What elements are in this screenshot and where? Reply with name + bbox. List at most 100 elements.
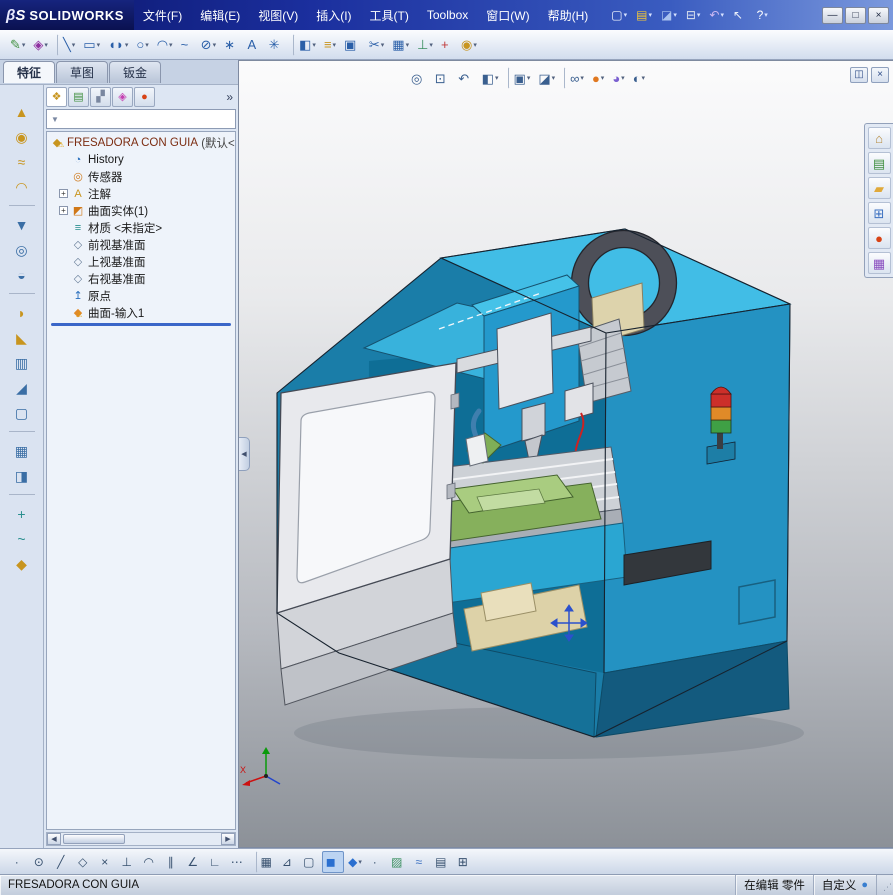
point-style-icon[interactable]: ·▾ xyxy=(366,851,388,873)
apply-scene-icon[interactable]: ◕ ▾ xyxy=(608,67,628,89)
reference-geometry-icon[interactable]: + xyxy=(8,501,36,526)
overflow-chevron-icon[interactable]: » xyxy=(226,90,236,104)
snap-points-icon[interactable]: ·▾ xyxy=(8,851,30,873)
chamfer-icon[interactable]: ◣ xyxy=(8,325,36,350)
maximize-button[interactable]: □ xyxy=(845,6,866,24)
filter-funnel-icon[interactable]: ▼ xyxy=(47,115,63,124)
linear-sketch-pattern-icon[interactable]: ▦ ▾ xyxy=(388,34,413,56)
print-icon[interactable]: ⊟ ▾ xyxy=(682,4,705,26)
tree-item[interactable]: + ◇ ⚠ 上视基准面 xyxy=(47,253,235,270)
custom-properties-icon[interactable]: ▦ xyxy=(867,252,891,274)
signal-tower[interactable] xyxy=(706,386,736,465)
snap-midpoint-icon[interactable]: ◇▾ xyxy=(74,851,96,873)
edit-appearance-icon[interactable]: ● ▾ xyxy=(588,67,608,89)
snap-intersection-icon[interactable]: ×▾ xyxy=(96,851,118,873)
split-pane-icon[interactable]: ◫ xyxy=(850,67,868,83)
linear-pattern-icon[interactable]: ▦ xyxy=(8,438,36,463)
swept-boss-icon[interactable]: ≈ xyxy=(8,149,36,174)
spline-icon[interactable]: ~▾ xyxy=(177,34,197,56)
tree-item[interactable]: + ◇ ⚠ 前视基准面 xyxy=(47,236,235,253)
extruded-boss-icon[interactable]: ▲ xyxy=(8,99,36,124)
close-pane-icon[interactable]: × xyxy=(871,67,889,83)
mirror-icon[interactable]: ◨ xyxy=(8,463,36,488)
chevron-down-icon[interactable]: ▾ xyxy=(552,74,556,82)
grid-table-icon[interactable]: ⊞▾ xyxy=(454,851,476,873)
panel-collapse-handle[interactable]: ◀ xyxy=(239,437,250,471)
snap-center-icon[interactable]: ⊙▾ xyxy=(30,851,52,873)
view-palette-icon[interactable]: ⊞ xyxy=(867,202,891,224)
line-icon[interactable]: ╲ ▾ xyxy=(56,33,79,56)
curves-icon[interactable]: ~ xyxy=(8,526,36,551)
menu-insert[interactable]: 插入(I) xyxy=(307,0,360,30)
machine-door[interactable] xyxy=(276,362,460,706)
fillet-icon[interactable]: ◗ xyxy=(8,300,36,325)
realview-icon[interactable]: ≈▾ xyxy=(410,851,432,873)
repair-sketch-icon[interactable]: +▾ xyxy=(437,34,457,56)
tree-item[interactable]: + ◇ ⚠ 右视基准面 xyxy=(47,270,235,287)
scrollbar-thumb[interactable] xyxy=(63,834,125,844)
scroll-left-icon[interactable]: ◀ xyxy=(47,833,61,845)
snap-line-icon[interactable]: ╱▾ xyxy=(52,851,74,873)
save-icon[interactable]: ◪ ▾ xyxy=(657,4,681,26)
menu-file[interactable]: 文件(F) xyxy=(134,0,191,30)
texture-display-icon[interactable]: ▨▾ xyxy=(388,851,410,873)
menu-tools[interactable]: 工具(T) xyxy=(361,0,418,30)
chevron-down-icon[interactable]: ▾ xyxy=(580,74,584,82)
text-icon[interactable]: A▾ xyxy=(244,34,265,56)
help-icon[interactable]: ? ▾ xyxy=(753,4,772,26)
view-cube-icon[interactable]: ◆ ▾ xyxy=(344,851,366,873)
chevron-down-icon[interactable]: ▾ xyxy=(406,41,410,49)
chevron-down-icon[interactable]: ▾ xyxy=(697,11,701,19)
menu-toolbox[interactable]: Toolbox xyxy=(418,0,477,30)
hide-show-items-icon[interactable]: ∞ ▾ xyxy=(564,67,588,89)
scene-panel-icon[interactable]: ▤▾ xyxy=(432,851,454,873)
sketch-icon[interactable]: ✎ ▾ xyxy=(6,34,29,56)
rib-icon[interactable]: ▥ xyxy=(8,350,36,375)
tree-item[interactable]: + ◎ ⚠ 传感器 xyxy=(47,168,235,185)
view-orientation-icon[interactable]: ▣ ▾ xyxy=(507,67,535,89)
chevron-down-icon[interactable]: ▾ xyxy=(145,41,149,49)
menu-window[interactable]: 窗口(W) xyxy=(477,0,538,30)
chevron-down-icon[interactable]: ▾ xyxy=(358,858,362,866)
custom-properties-status[interactable]: 自定义 ● xyxy=(814,875,877,895)
open-document-icon[interactable]: ▤ ▾ xyxy=(632,4,656,26)
solidworks-resources-icon[interactable]: ⌂ xyxy=(867,127,891,149)
chevron-down-icon[interactable]: ▾ xyxy=(648,11,652,19)
menu-help[interactable]: 帮助(H) xyxy=(539,0,598,30)
trim-entities-icon[interactable]: ✂ ▾ xyxy=(365,34,388,56)
chevron-down-icon[interactable]: ▾ xyxy=(621,74,625,82)
chevron-down-icon[interactable]: ▾ xyxy=(97,41,101,49)
chevron-down-icon[interactable]: ▾ xyxy=(381,41,385,49)
make-path-icon[interactable]: ✳▾ xyxy=(265,34,288,56)
resize-grip[interactable]: ⋰ xyxy=(877,875,893,895)
chevron-down-icon[interactable]: ▾ xyxy=(642,74,646,82)
chevron-down-icon[interactable]: ▾ xyxy=(125,41,129,49)
zoom-to-fit-icon[interactable]: ◎▾ xyxy=(407,67,431,89)
tree-horizontal-scrollbar[interactable]: ◀ ▶ xyxy=(46,832,236,846)
appearances-icon[interactable]: ● xyxy=(867,227,891,249)
design-library-icon[interactable]: ▤ xyxy=(867,152,891,174)
chevron-down-icon[interactable]: ▾ xyxy=(764,11,768,19)
filter-input[interactable] xyxy=(62,111,235,127)
displaymanager-tab-icon[interactable]: ● xyxy=(134,87,155,107)
hole-wizard-icon[interactable]: ◎ xyxy=(8,237,36,262)
shaded-with-edges-icon[interactable]: ◼▾ xyxy=(322,850,344,873)
tree-item[interactable]: + ◆ ⚠ 曲面-输入1 xyxy=(47,304,235,321)
chevron-down-icon[interactable]: ▾ xyxy=(429,41,433,49)
smart-dimension-icon[interactable]: ◈ ▾ xyxy=(29,34,52,56)
close-button[interactable]: × xyxy=(868,6,889,24)
rectangle-icon[interactable]: ▭ ▾ xyxy=(79,34,104,56)
chevron-down-icon[interactable]: ▾ xyxy=(601,74,605,82)
tab-features[interactable]: 特征 xyxy=(3,61,56,83)
chevron-down-icon[interactable]: ▾ xyxy=(527,74,531,82)
snap-angle-icon[interactable]: ∠▾ xyxy=(184,851,206,873)
chevron-down-icon[interactable]: ▾ xyxy=(213,41,217,49)
model-canvas[interactable]: X xyxy=(239,61,893,849)
point-icon[interactable]: ∗▾ xyxy=(220,34,243,56)
chevron-down-icon[interactable]: ▾ xyxy=(495,74,499,82)
tab-sheet-metal[interactable]: 钣金 xyxy=(109,61,162,83)
menu-view[interactable]: 视图(V) xyxy=(249,0,307,30)
chevron-down-icon[interactable]: ▾ xyxy=(169,41,173,49)
propertymanager-tab-icon[interactable]: ▤ xyxy=(68,87,89,107)
configuration-manager-tab-icon[interactable]: ▞ xyxy=(90,87,111,107)
